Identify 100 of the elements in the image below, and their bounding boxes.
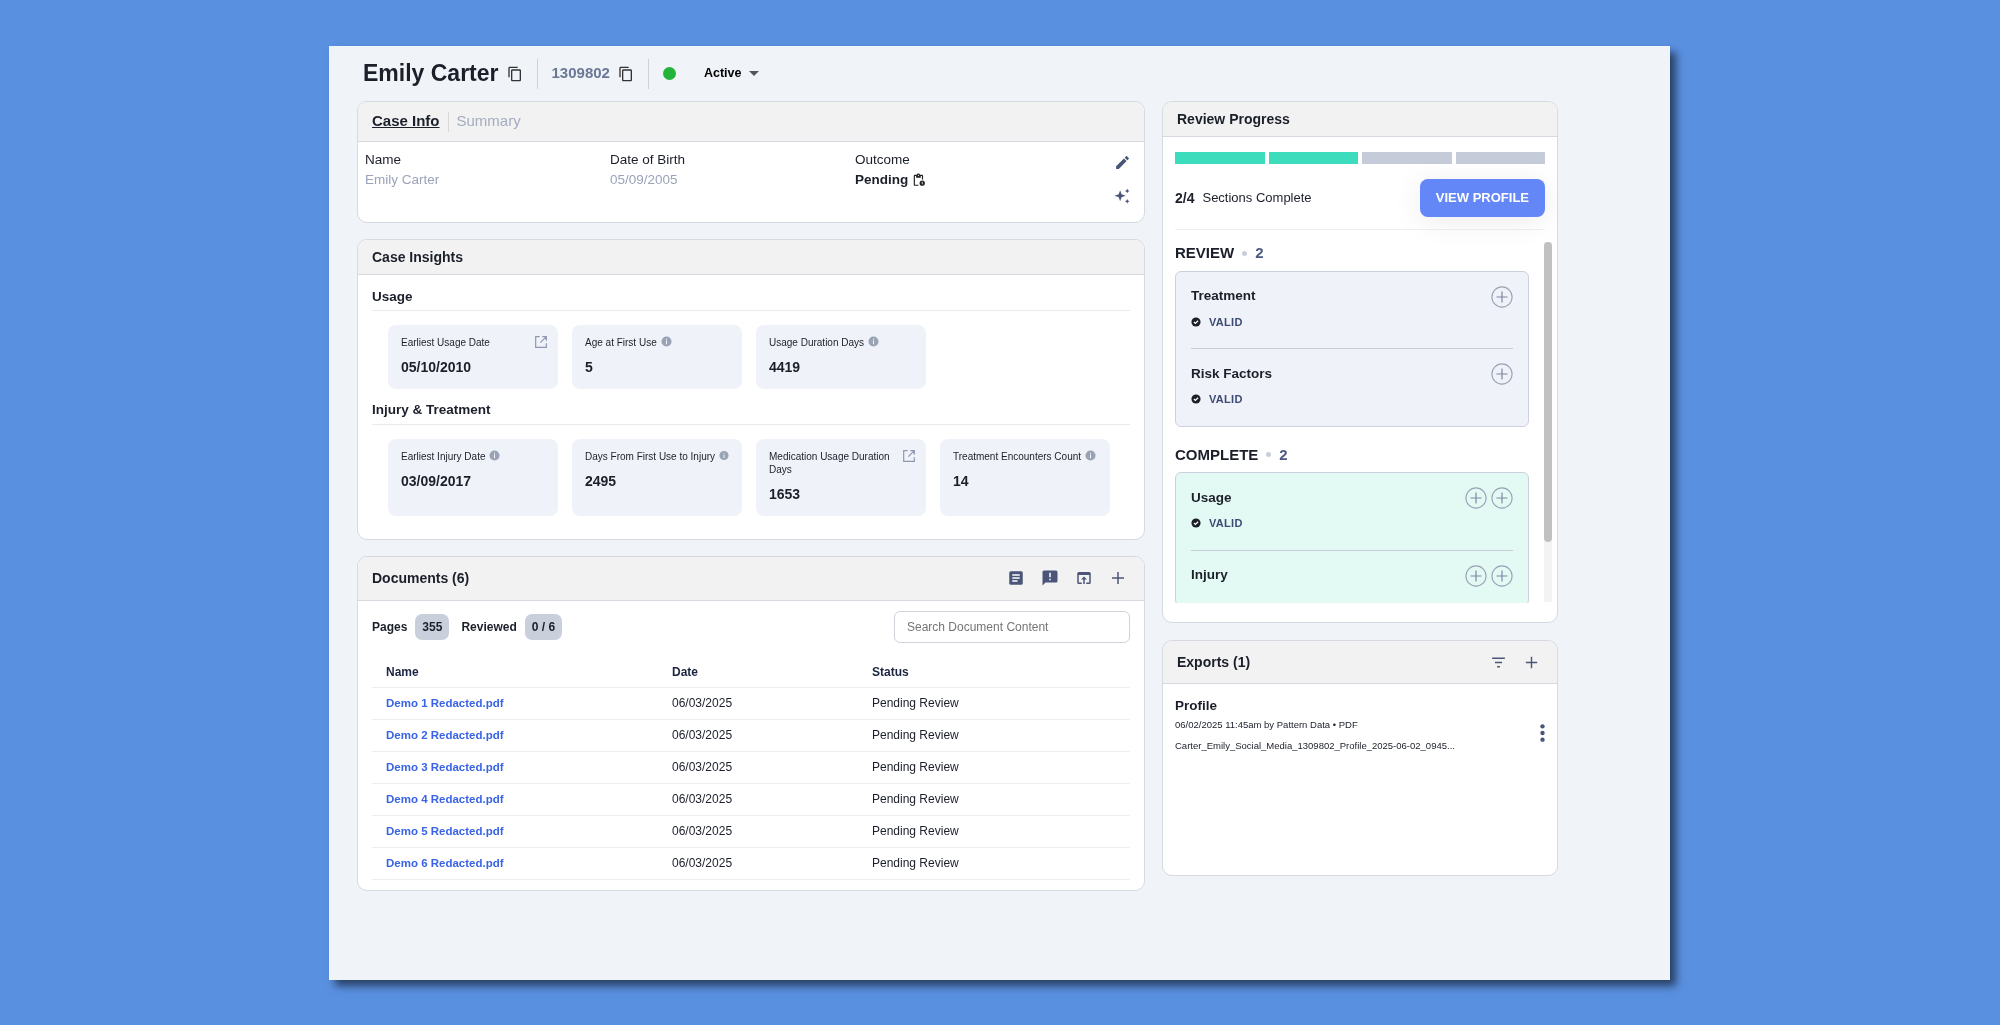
metric-label: Medication Usage Duration Days xyxy=(769,449,891,476)
metric-value: 2495 xyxy=(585,471,618,491)
document-link[interactable]: Demo 3 Redacted.pdf xyxy=(386,760,504,773)
separator-dot xyxy=(1242,250,1248,256)
notes-icon xyxy=(1007,569,1025,587)
field-value: 05/09/2005 xyxy=(610,171,678,190)
table-cell: Pending Review xyxy=(872,728,959,742)
field-label: Name xyxy=(365,151,402,169)
metric-label: Earliest Usage Date xyxy=(401,336,490,350)
metric-value: 5 xyxy=(585,358,594,378)
metric-value: 03/09/2017 xyxy=(401,471,473,491)
plus-circle-icon xyxy=(1491,363,1513,385)
column-header: Status xyxy=(872,656,1130,687)
metric-label: Treatment Encounters Count xyxy=(953,449,1082,463)
table-cell: Pending Review xyxy=(872,792,959,806)
table-cell: 06/03/2025 xyxy=(672,856,733,870)
info-icon xyxy=(868,336,880,348)
plus-circle-icon xyxy=(1465,564,1487,587)
column-header: Date xyxy=(672,656,872,687)
ai-button[interactable] xyxy=(1113,187,1132,206)
document-link[interactable]: Demo 6 Redacted.pdf xyxy=(386,856,504,869)
person-name: Emily Carter xyxy=(363,59,499,89)
copy-icon xyxy=(617,65,634,82)
table-cell: Pending Review xyxy=(872,824,959,838)
card-title: Review Progress xyxy=(1177,109,1290,129)
metric-label: Days From First Use to Injury xyxy=(585,449,716,463)
check-circle-icon xyxy=(1191,394,1201,405)
view-profile-button[interactable]: VIEW PROFILE xyxy=(1419,179,1545,217)
upload-icon xyxy=(1075,569,1093,587)
plus-icon xyxy=(1109,569,1127,587)
notes-button[interactable] xyxy=(1007,569,1025,587)
metric-label: Age at First Use xyxy=(585,336,657,350)
copy-button[interactable] xyxy=(506,65,523,82)
section-title: Usage xyxy=(372,287,1130,312)
external-link-icon xyxy=(901,447,917,464)
info-icon xyxy=(719,449,729,461)
edit-button[interactable] xyxy=(1114,154,1131,171)
status-label: VALID xyxy=(1209,314,1243,330)
field-label: Outcome xyxy=(855,151,911,169)
table-cell: Pending Review xyxy=(872,760,959,774)
plus-circle-icon xyxy=(1491,487,1513,509)
file-name: Carter_Emily_Social_Media_1309802_Profile_2025-06-02_0945... xyxy=(1175,738,1455,753)
table-cell: Pending Review xyxy=(872,696,959,710)
caret-icon xyxy=(749,71,760,76)
table-cell: 06/03/2025 xyxy=(672,696,733,710)
section-name: Injury xyxy=(1191,566,1228,585)
export-title: Profile xyxy=(1175,697,1218,715)
check-circle-icon xyxy=(1191,316,1201,327)
document-link[interactable]: Demo 5 Redacted.pdf xyxy=(386,824,504,837)
search-field[interactable]: Search Document Content xyxy=(894,610,1130,643)
metric-label: Usage Duration Days xyxy=(769,336,865,350)
document-link[interactable]: Demo 4 Redacted.pdf xyxy=(386,792,504,805)
feedback-button[interactable] xyxy=(1041,569,1059,587)
info-icon xyxy=(1085,449,1097,461)
card-title: Documents (6) xyxy=(372,568,470,588)
plus-circle-icon xyxy=(1491,285,1513,308)
case-id: 1309802 xyxy=(551,63,610,84)
card-title: Exports (1) xyxy=(1177,652,1251,672)
group-title: REVIEW xyxy=(1175,243,1235,263)
status-dropdown[interactable]: Active xyxy=(703,67,760,80)
check-circle-icon xyxy=(1191,518,1201,529)
metric-value: 4419 xyxy=(769,358,802,378)
page-count: 355 xyxy=(415,613,450,640)
column-header: Name xyxy=(372,656,672,687)
open-link-button[interactable] xyxy=(533,334,549,351)
table-cell: 06/03/2025 xyxy=(672,728,733,742)
info-icon xyxy=(489,449,501,461)
pencil-icon xyxy=(1114,154,1131,171)
copy-button[interactable] xyxy=(617,65,634,82)
metric-value: 05/10/2010 xyxy=(401,358,473,378)
open-link-button[interactable] xyxy=(901,447,917,464)
metric-value: 1653 xyxy=(769,484,802,504)
section-name: Risk Factors xyxy=(1191,364,1273,383)
reviewed-count: 0 / 6 xyxy=(524,613,563,640)
separator-dot xyxy=(1266,452,1272,458)
section-title: Injury & Treatment xyxy=(372,400,1130,425)
group-count: 2 xyxy=(1255,243,1264,263)
metric-value: 14 xyxy=(953,471,970,491)
stat-label: Reviewed xyxy=(461,618,517,636)
scrollbar[interactable] xyxy=(1544,242,1552,602)
table-cell: 06/03/2025 xyxy=(672,824,733,838)
status-label: VALID xyxy=(1209,392,1243,407)
document-link[interactable]: Demo 2 Redacted.pdf xyxy=(386,728,504,741)
upload-button[interactable] xyxy=(1075,569,1093,587)
add-button[interactable] xyxy=(1109,569,1127,587)
info-icon xyxy=(660,336,672,348)
clipboard-clock-icon xyxy=(912,173,927,188)
section-name: Treatment xyxy=(1191,287,1256,306)
plus-circle-icon xyxy=(1465,487,1487,509)
plus-circle-icon xyxy=(1491,564,1513,587)
document-link[interactable]: Demo 1 Redacted.pdf xyxy=(386,696,504,709)
copy-icon xyxy=(506,65,523,82)
card-title: Case Insights xyxy=(372,247,464,267)
field-value: Pending xyxy=(855,171,909,190)
table-cell: Pending Review xyxy=(872,856,959,870)
group-title: COMPLETE xyxy=(1175,444,1259,465)
export-meta: 06/02/2025 11:45am by Pattern Data • PDF xyxy=(1175,718,1359,733)
section-name: Usage xyxy=(1191,488,1232,507)
tab[interactable]: Case Info xyxy=(372,110,440,133)
more-vertical-icon xyxy=(1540,724,1545,743)
